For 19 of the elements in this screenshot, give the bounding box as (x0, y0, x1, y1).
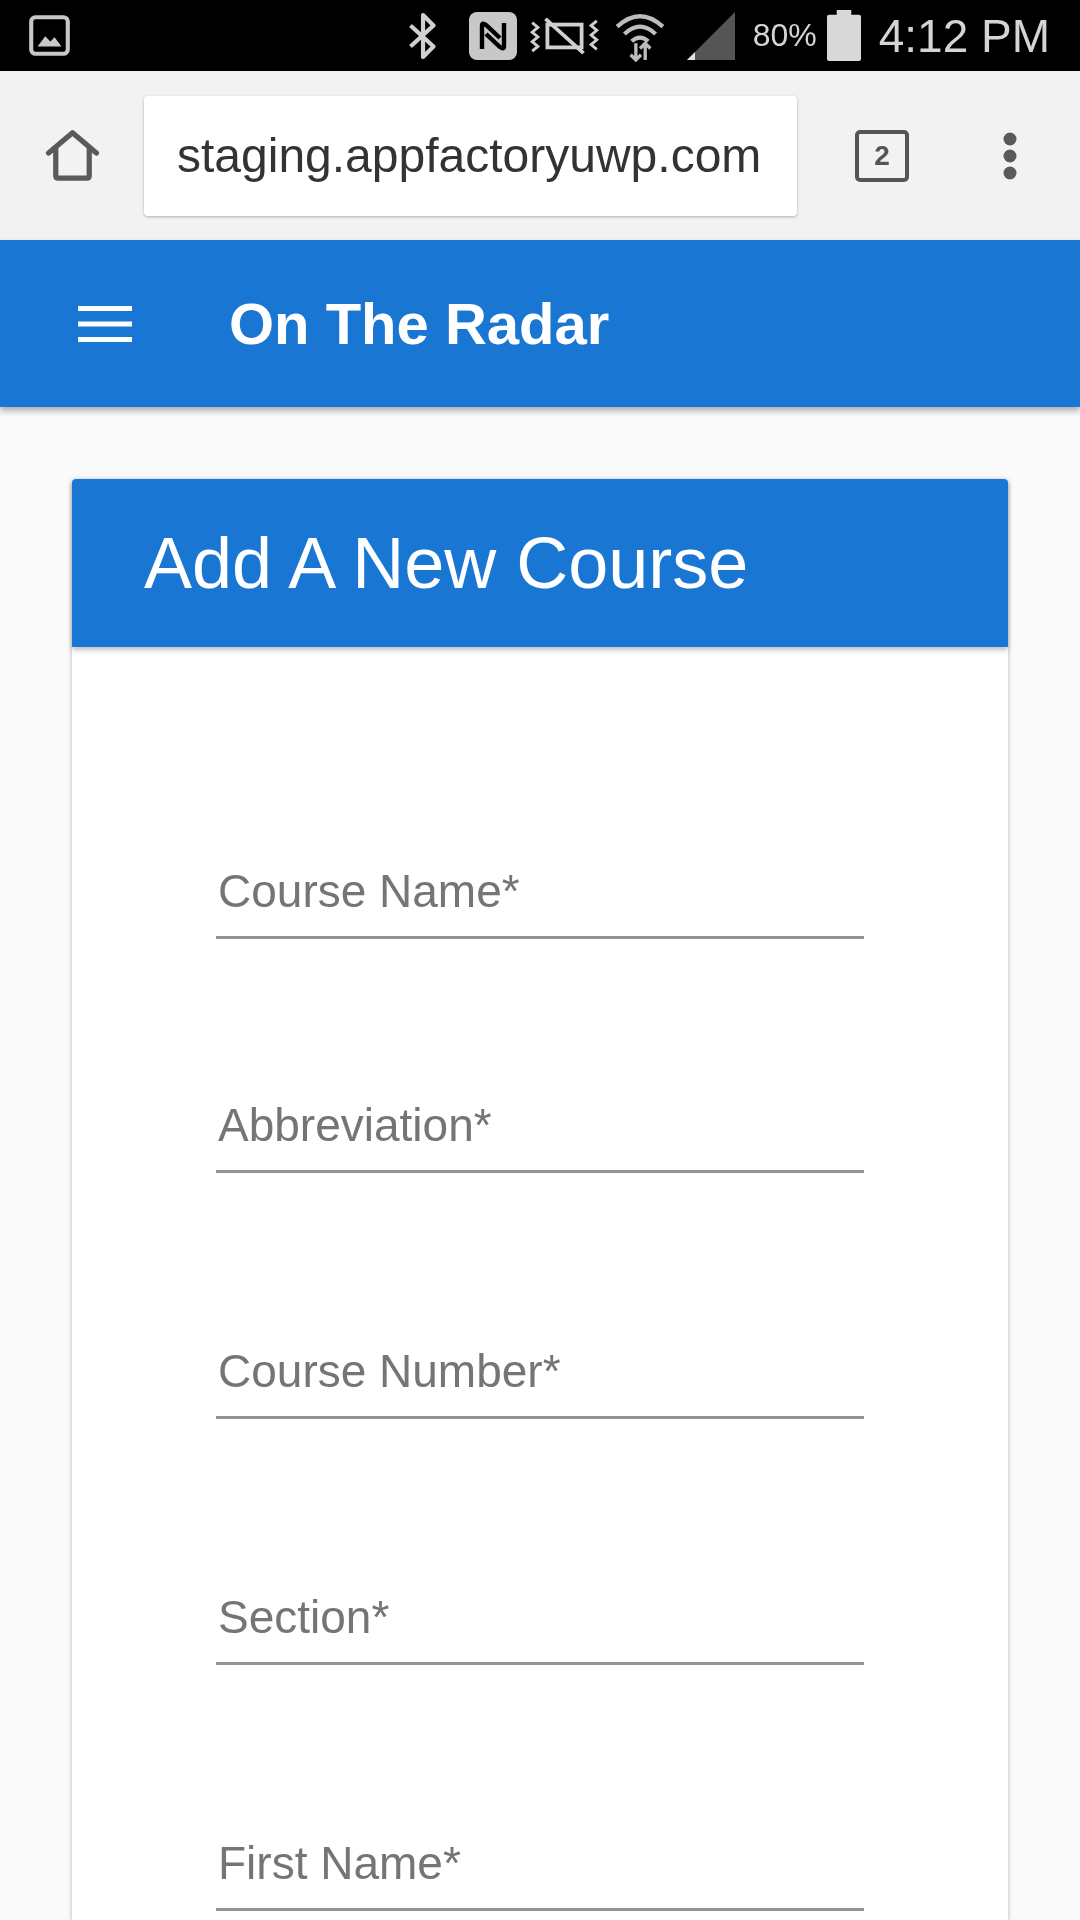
image-icon (29, 15, 70, 56)
text-field[interactable]: Course Name* (216, 859, 864, 939)
signal-icon (686, 11, 735, 60)
clock-time: 4:12 PM (878, 8, 1050, 63)
text-field[interactable]: Section* (216, 1585, 864, 1665)
app-title: On The Radar (229, 290, 610, 357)
more-options-icon[interactable] (1003, 131, 1017, 180)
vibrate-off-icon (528, 16, 600, 55)
card-title: Add A New Course (144, 522, 749, 604)
battery-percentage: 80% (752, 17, 817, 54)
address-bar[interactable]: staging.appfactoryuwp.com (144, 95, 797, 216)
menu-icon[interactable] (78, 305, 132, 342)
nfc-icon (468, 11, 517, 60)
text-field[interactable]: Abbreviation* (216, 1093, 864, 1173)
battery-icon (826, 10, 861, 61)
text-field[interactable]: First Name* (216, 1831, 864, 1911)
home-icon[interactable] (45, 129, 100, 182)
tab-count-button[interactable]: 2 (855, 129, 909, 182)
text-field[interactable]: Course Number* (216, 1339, 864, 1419)
